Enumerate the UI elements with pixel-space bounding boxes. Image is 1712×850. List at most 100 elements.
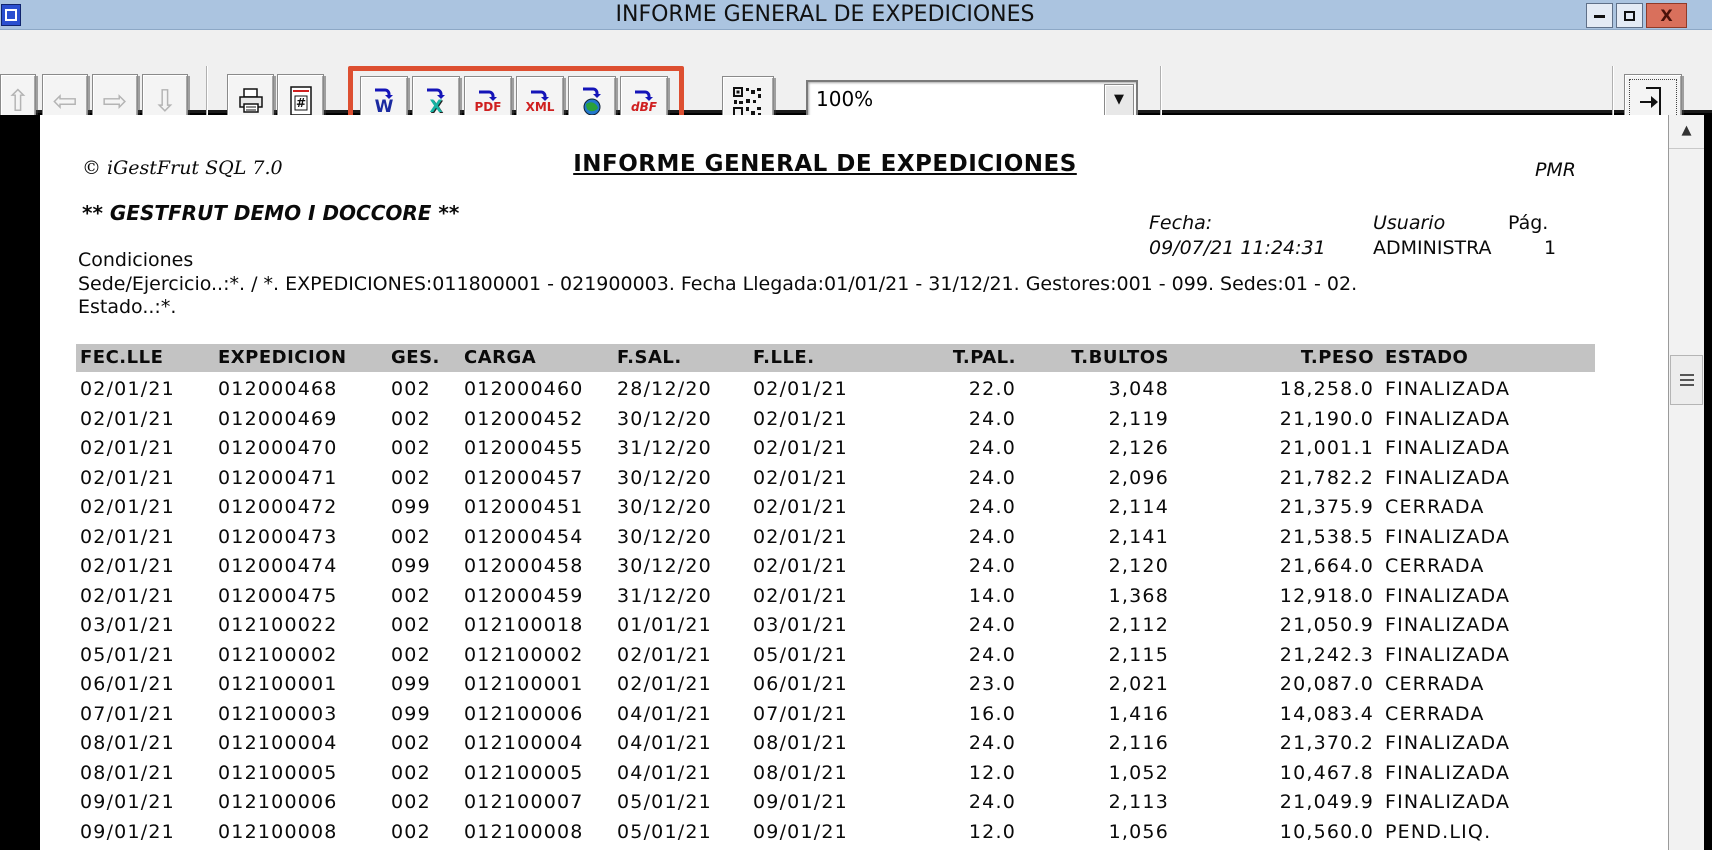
- cell-fec-lle: 02/01/21: [80, 552, 218, 582]
- cell-expedicion: 012100005: [218, 759, 391, 789]
- cell-f-sal: 01/01/21: [617, 611, 753, 641]
- toolbar: ⇧ ⇦ ⇨ ⇩ # W: [0, 30, 1712, 113]
- cell-f-lle: 09/01/21: [753, 788, 870, 818]
- cell-carga: 012000459: [464, 582, 617, 612]
- vertical-scrollbar[interactable]: ▲: [1668, 115, 1704, 850]
- arrow-up-icon: ⇧: [5, 87, 30, 117]
- cell-carga: 012000460: [464, 375, 617, 405]
- column-header-carga: CARGA: [464, 344, 617, 372]
- cell-t-pal: 24.0: [870, 405, 1016, 435]
- table-row: 02/01/2101200047209901200045130/12/2002/…: [76, 493, 1595, 523]
- close-button[interactable]: X: [1646, 3, 1687, 28]
- cell-f-lle: 03/01/21: [753, 611, 870, 641]
- cell-t-peso: 21,049.9: [1169, 788, 1374, 818]
- cell-ges: 002: [391, 375, 464, 405]
- table-row: 03/01/2101210002200201210001801/01/2103/…: [76, 611, 1595, 641]
- table-row: 02/01/2101200047100201200045730/12/2002/…: [76, 464, 1595, 494]
- maximize-button[interactable]: [1616, 3, 1643, 28]
- cell-t-bultos: 2,112: [1016, 611, 1169, 641]
- cell-carga: 012000451: [464, 493, 617, 523]
- cell-carga: 012000452: [464, 405, 617, 435]
- minimize-button[interactable]: [1586, 3, 1613, 28]
- scrollbar-up-button[interactable]: ▲: [1669, 115, 1704, 149]
- pagina-value: 1: [1544, 237, 1556, 259]
- cell-f-lle: 02/01/21: [753, 375, 870, 405]
- excel-icon: X: [429, 99, 442, 116]
- cell-expedicion: 012100003: [218, 700, 391, 730]
- fecha-label: Fecha:: [1149, 212, 1212, 234]
- cell-t-bultos: 2,113: [1016, 788, 1169, 818]
- cell-f-sal: 31/12/20: [617, 434, 753, 464]
- cell-fec-lle: 02/01/21: [80, 493, 218, 523]
- usuario-label: Usuario: [1373, 212, 1445, 234]
- cell-f-sal: 02/01/21: [617, 670, 753, 700]
- cell-t-peso: 12,918.0: [1169, 582, 1374, 612]
- column-header-t-peso: T.PESO: [1169, 344, 1374, 372]
- cell-carga: 012100005: [464, 759, 617, 789]
- cell-f-lle: 02/01/21: [753, 405, 870, 435]
- cell-t-peso: 21,782.2: [1169, 464, 1374, 494]
- maximize-icon: [1624, 11, 1635, 21]
- cell-t-peso: 21,370.2: [1169, 729, 1374, 759]
- cell-f-sal: 31/12/20: [617, 582, 753, 612]
- cell-carga: 012100004: [464, 729, 617, 759]
- cell-f-lle: 02/01/21: [753, 582, 870, 612]
- table-row: 09/01/2101210000600201210000705/01/2109/…: [76, 788, 1595, 818]
- title-bar[interactable]: INFORME GENERAL DE EXPEDICIONES X: [0, 0, 1712, 30]
- arrow-right-icon: ⇨: [102, 87, 127, 117]
- app-icon-glyph: [5, 9, 17, 21]
- cell-fec-lle: 09/01/21: [80, 788, 218, 818]
- cell-fec-lle: 08/01/21: [80, 729, 218, 759]
- column-header-f-lle: F.LLE.: [753, 344, 870, 372]
- cell-f-sal: 04/01/21: [617, 700, 753, 730]
- pagina-label: Pág.: [1508, 212, 1548, 234]
- cell-expedicion: 012000471: [218, 464, 391, 494]
- cell-expedicion: 012000470: [218, 434, 391, 464]
- cell-t-pal: 24.0: [870, 552, 1016, 582]
- export-arrow-icon: [582, 86, 602, 98]
- usuario-value: ADMINISTRA: [1373, 237, 1492, 259]
- cell-carga: 012100001: [464, 670, 617, 700]
- cell-t-pal: 24.0: [870, 464, 1016, 494]
- cell-f-lle: 07/01/21: [753, 700, 870, 730]
- cell-expedicion: 012000473: [218, 523, 391, 553]
- cell-carga: 012000457: [464, 464, 617, 494]
- cell-expedicion: 012000475: [218, 582, 391, 612]
- cell-fec-lle: 06/01/21: [80, 670, 218, 700]
- cell-carga: 012100002: [464, 641, 617, 671]
- cell-t-bultos: 2,096: [1016, 464, 1169, 494]
- cell-fec-lle: 07/01/21: [80, 700, 218, 730]
- cell-f-lle: 02/01/21: [753, 464, 870, 494]
- cell-expedicion: 012000474: [218, 552, 391, 582]
- app-icon[interactable]: [1, 4, 21, 26]
- table-row: 02/01/2101200047300201200045430/12/2002/…: [76, 523, 1595, 553]
- cell-t-peso: 10,560.0: [1169, 818, 1374, 848]
- cell-estado: FINALIZADA: [1374, 434, 1595, 464]
- cell-t-peso: 21,538.5: [1169, 523, 1374, 553]
- table-row: 02/01/2101200046800201200046028/12/2002/…: [76, 375, 1595, 405]
- barcode-icon: [733, 87, 763, 117]
- cell-ges: 099: [391, 552, 464, 582]
- cell-t-pal: 24.0: [870, 788, 1016, 818]
- cell-ges: 002: [391, 523, 464, 553]
- table-row: 02/01/2101200047409901200045830/12/2002/…: [76, 552, 1595, 582]
- table-row: 02/01/2101200047000201200045531/12/2002/…: [76, 434, 1595, 464]
- chevron-down-icon: ▼: [1114, 92, 1124, 107]
- cell-expedicion: 012100004: [218, 729, 391, 759]
- scrollbar-thumb[interactable]: [1670, 355, 1703, 405]
- cell-f-lle: 06/01/21: [753, 670, 870, 700]
- zoom-dropdown-button[interactable]: ▼: [1104, 84, 1134, 116]
- cell-t-bultos: 1,052: [1016, 759, 1169, 789]
- cell-fec-lle: 08/01/21: [80, 759, 218, 789]
- zoom-combobox[interactable]: 100% ▼: [806, 80, 1138, 120]
- column-header-f-sal: F.SAL.: [617, 344, 753, 372]
- report-page: © iGestFrut SQL 7.0 INFORME GENERAL DE E…: [40, 115, 1668, 850]
- cell-f-sal: 30/12/20: [617, 523, 753, 553]
- cell-ges: 002: [391, 582, 464, 612]
- word-icon: W: [375, 99, 394, 116]
- cell-carga: 012100006: [464, 700, 617, 730]
- table-row: 05/01/2101210000200201210000202/01/2105/…: [76, 641, 1595, 671]
- corner-tag: PMR: [1535, 159, 1576, 181]
- cell-estado: CERRADA: [1374, 700, 1595, 730]
- cell-ges: 002: [391, 759, 464, 789]
